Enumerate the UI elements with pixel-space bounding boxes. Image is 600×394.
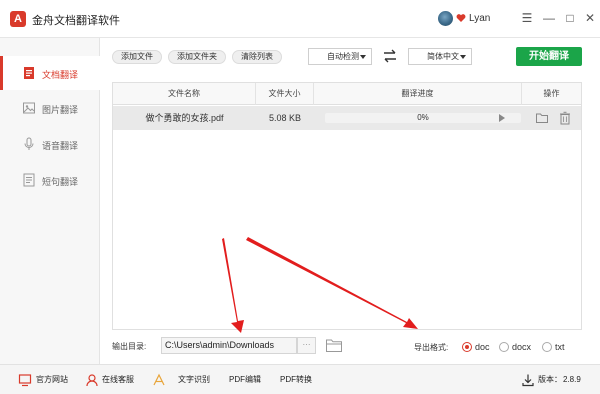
image-icon [23, 102, 35, 114]
sidebar-item-document-translate[interactable]: 文档翻译 [0, 56, 100, 90]
format-label-txt: txt [555, 342, 565, 352]
customer-service-icon [86, 374, 98, 387]
target-language-value: 简体中文 [427, 52, 459, 61]
source-language-value: 自动检测 [327, 52, 359, 61]
avatar[interactable] [438, 11, 453, 26]
pdf-edit-link[interactable]: PDF编辑 [229, 373, 261, 387]
maximize-button[interactable]: □ [562, 10, 578, 26]
file-table: 文件名称 文件大小 翻译进度 操作 做个勇敢的女孩.pdf 5.08 KB 0% [112, 82, 582, 330]
text-icon [23, 173, 35, 187]
version-number: 2.8.9 [563, 375, 581, 384]
progress-text: 0% [417, 113, 429, 122]
chevron-down-icon [360, 55, 366, 59]
app-title: 金舟文档翻译软件 [32, 15, 120, 27]
sidebar-item-label: 短句翻译 [42, 177, 79, 187]
table-header: 文件名称 文件大小 翻译进度 操作 [113, 83, 581, 105]
sidebar-item-voice-translate[interactable]: 语音翻译 [0, 127, 100, 161]
open-folder-icon[interactable] [325, 338, 343, 353]
ocr-link[interactable]: 文字识别 [178, 373, 210, 387]
folder-icon[interactable] [535, 111, 549, 125]
document-icon [24, 67, 34, 79]
format-radio-txt[interactable] [542, 342, 552, 352]
sidebar-item-label: 语音翻译 [42, 141, 79, 151]
sidebar-item-label: 文档翻译 [42, 70, 79, 80]
chevron-down-icon [460, 55, 466, 59]
online-service-link[interactable]: 在线客服 [102, 373, 134, 387]
microphone-icon [24, 137, 34, 150]
target-language-select[interactable]: 简体中文 [408, 48, 472, 65]
column-header-name: 文件名称 [113, 83, 256, 105]
menu-icon[interactable]: ☰ [519, 10, 535, 26]
format-label-doc: doc [475, 342, 490, 352]
close-button[interactable]: ✕ [582, 10, 598, 26]
swap-language-icon[interactable] [382, 49, 398, 63]
sidebar-item-sentence-translate[interactable]: 短句翻译 [0, 163, 100, 197]
output-directory-label: 输出目录: [112, 342, 147, 351]
title-bar: A 金舟文档翻译软件 Lyan ☰ — □ ✕ [0, 0, 600, 38]
add-folder-button[interactable]: 添加文件夹 [168, 50, 226, 64]
sidebar: 文档翻译 图片翻译 语音翻译 短句翻译 [0, 38, 100, 364]
format-label-docx: docx [512, 342, 532, 352]
user-name[interactable]: Lyan [469, 13, 490, 24]
clear-list-button[interactable]: 清除列表 [232, 50, 282, 64]
sidebar-item-label: 图片翻译 [42, 105, 79, 115]
column-header-actions: 操作 [543, 89, 560, 98]
status-bar: 官方网站 在线客服 文字识别 PDF编辑 PDF转换 版本： 2.8.9 [0, 364, 600, 394]
format-radio-docx[interactable] [499, 342, 509, 352]
column-header-size: 文件大小 [256, 83, 314, 105]
trash-icon[interactable] [559, 111, 571, 125]
sidebar-item-image-translate[interactable]: 图片翻译 [0, 91, 100, 125]
version-label: 版本： [538, 375, 562, 384]
file-name: 做个勇敢的女孩.pdf [145, 113, 224, 123]
browse-directory-button[interactable]: ··· [297, 337, 316, 354]
file-size: 5.08 KB [268, 113, 302, 123]
monitor-icon [18, 374, 32, 387]
progress-bar: 0% [325, 113, 521, 123]
column-header-progress: 翻译进度 [314, 83, 522, 105]
download-update-icon[interactable] [521, 373, 535, 387]
output-directory-input[interactable]: C:\Users\admin\Downloads [161, 337, 297, 354]
play-icon[interactable] [499, 114, 505, 122]
minimize-button[interactable]: — [541, 10, 557, 26]
format-radio-doc[interactable] [462, 342, 472, 352]
start-translate-button[interactable]: 开始翻译 [516, 47, 582, 66]
source-language-select[interactable]: 自动检测 [308, 48, 372, 65]
export-format-label: 导出格式: [414, 343, 449, 352]
vip-heart-icon [456, 14, 466, 22]
add-file-button[interactable]: 添加文件 [112, 50, 162, 64]
official-website-link[interactable]: 官方网站 [36, 373, 68, 387]
app-logo: A [10, 11, 26, 27]
table-row[interactable]: 做个勇敢的女孩.pdf 5.08 KB 0% [113, 106, 581, 130]
pdf-convert-link[interactable]: PDF转换 [280, 373, 312, 387]
ocr-icon [153, 373, 165, 386]
